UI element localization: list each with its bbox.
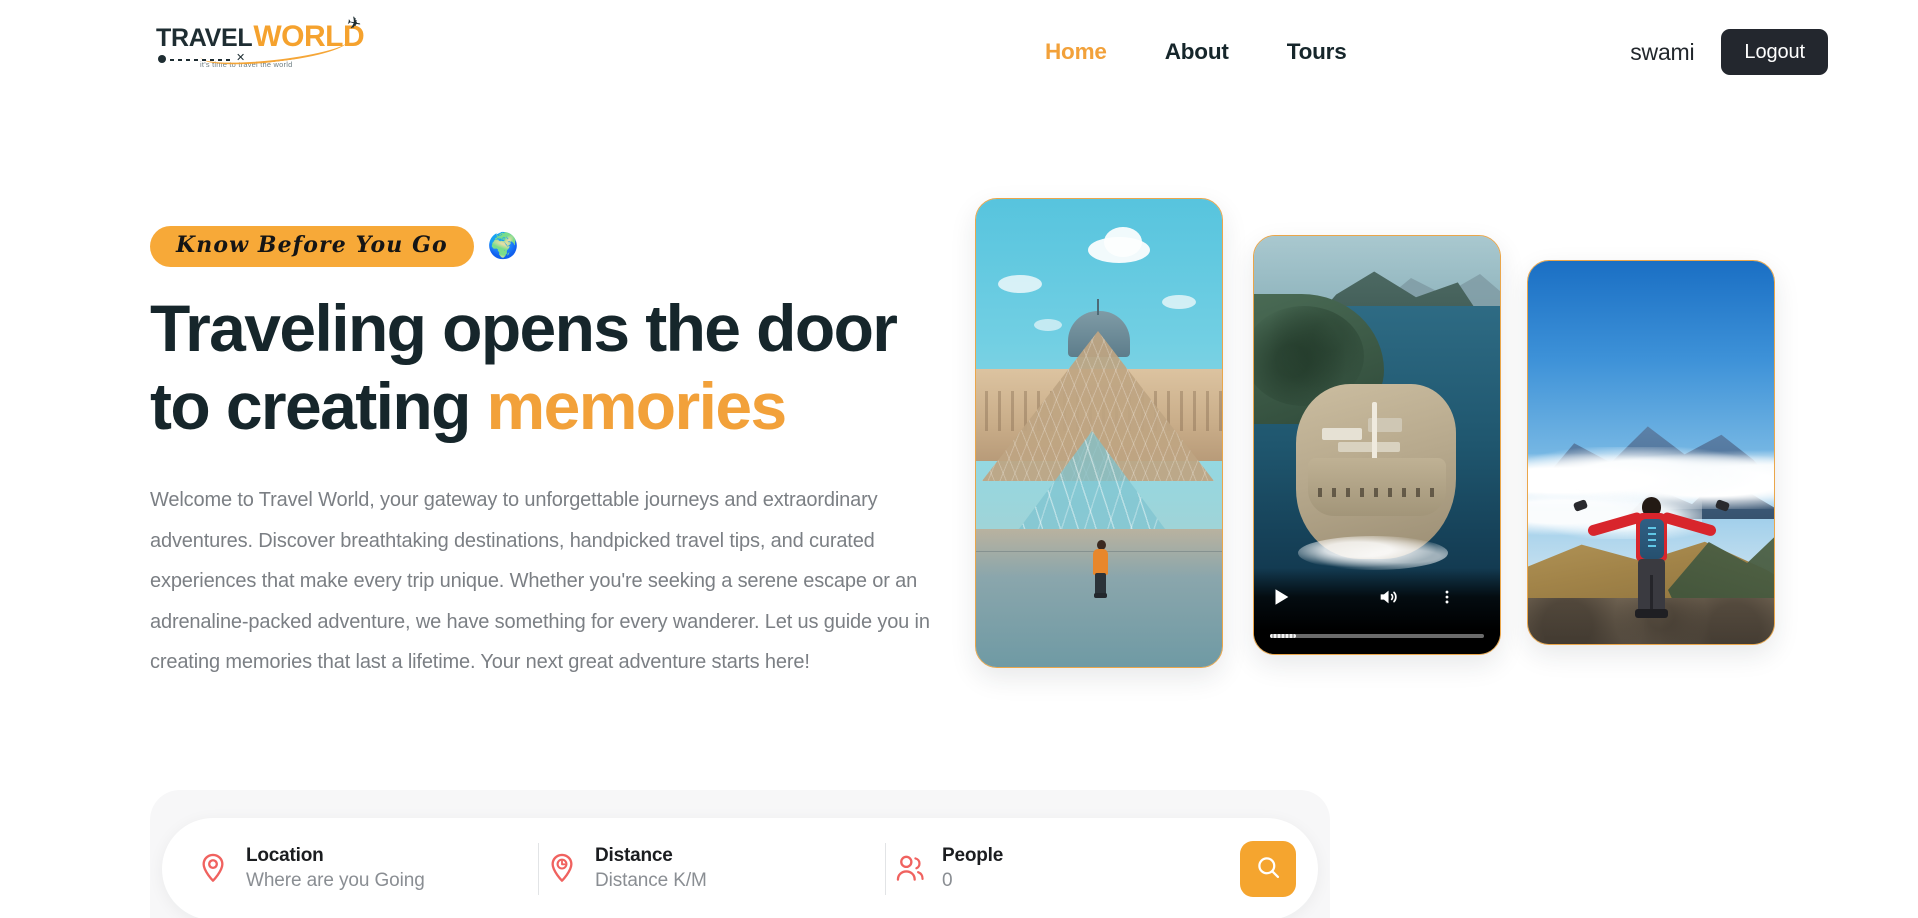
pin-clock-icon [547,852,579,886]
cloud [1162,295,1196,309]
route-dash-line [170,58,232,61]
know-before-you-go-badge: Know Before You Go [150,226,474,268]
logout-button[interactable]: Logout [1721,29,1828,75]
mountain-hiker-photo [1528,261,1774,644]
nav-item-about[interactable]: About [1165,39,1229,65]
search-field-distance[interactable]: Distance Distance K/M [547,838,877,900]
video-progress-scrubber[interactable] [1270,634,1484,638]
hiker-boots [1635,609,1668,618]
people-value: 0 [942,870,953,891]
cloud [998,275,1042,293]
video-controls-bar [1254,568,1500,654]
fortress-tower [1372,402,1377,460]
play-icon[interactable] [1270,586,1292,608]
location-label: Location [246,845,324,867]
hero-card-mountain-hiker[interactable] [1527,260,1775,645]
hero-media-cards [975,180,1875,740]
people-icon [894,852,926,886]
hiker-backpack [1640,519,1664,559]
hero-card-fortress-video[interactable] [1253,235,1501,655]
nav-item-tours[interactable]: Tours [1287,39,1347,65]
nav-item-home[interactable]: Home [1045,39,1107,65]
hiker-legs [1638,559,1665,613]
distance-value: Distance K/M [595,870,707,891]
search-icon [1255,854,1282,884]
search-button[interactable] [1240,841,1296,897]
badge-label: Know Before You Go [176,232,448,258]
headline-line-2-prefix: to creating [150,369,487,444]
search-field-location[interactable]: Location Where are you Going [198,838,530,900]
cloud-sea-lower [1528,485,1702,539]
hero-card-louvre[interactable] [975,198,1223,668]
volume-icon[interactable] [1376,586,1400,608]
traveler-shoes [1094,593,1107,598]
username-label: swami [1630,38,1695,65]
search-divider-2 [885,843,886,895]
globe-icon: 🌍 [487,232,519,261]
headline-line-1: Traveling opens the door [150,291,898,366]
hero-content: Know Before You Go 🌍 Traveling opens the… [150,226,970,683]
kebab-menu-icon[interactable] [1438,586,1456,608]
site-header: TRAVEL WORLD ✈ ✕ it's time to travel the… [0,0,1918,104]
distance-texts: Distance Distance K/M [595,845,707,892]
traveler-torso [1093,549,1108,575]
hero-headline: Traveling opens the door to creating mem… [150,290,910,446]
route-dot-icon [158,55,166,63]
user-area: swami Logout [1630,0,1828,104]
cloud [1104,227,1142,257]
logo-dotted-route: ✕ [158,52,278,64]
louvre-photo [976,199,1222,667]
map-pin-icon [198,852,230,886]
search-bar: Location Where are you Going Distance Di… [162,818,1318,918]
people-label: People [942,845,1004,867]
main-navigation: Home About Tours [1045,0,1347,104]
hero-eyebrow-row: Know Before You Go 🌍 [150,226,970,268]
travel-world-homepage: TRAVEL WORLD ✈ ✕ it's time to travel the… [0,0,1918,918]
location-value: Where are you Going [246,870,425,891]
site-logo[interactable]: TRAVEL WORLD ✈ ✕ it's time to travel the… [156,13,365,84]
headline-accent-word: memories [486,369,788,444]
search-divider-1 [538,843,539,895]
hero-paragraph: Welcome to Travel World, your gateway to… [150,488,930,674]
sea-foam [1298,536,1448,570]
cloud [1034,319,1062,331]
distance-label: Distance [595,845,673,867]
trip-search-panel: Location Where are you Going Distance Di… [150,790,1330,918]
route-x-icon: ✕ [236,52,246,64]
fortress-walls [1308,458,1446,516]
dome-spire [1097,299,1099,315]
people-texts: People 0 [942,845,1004,892]
search-field-people[interactable]: People 0 [894,838,1204,900]
video-buffer-bar [1270,634,1296,638]
location-texts: Location Where are you Going [246,845,425,892]
traveler-legs [1095,573,1106,595]
